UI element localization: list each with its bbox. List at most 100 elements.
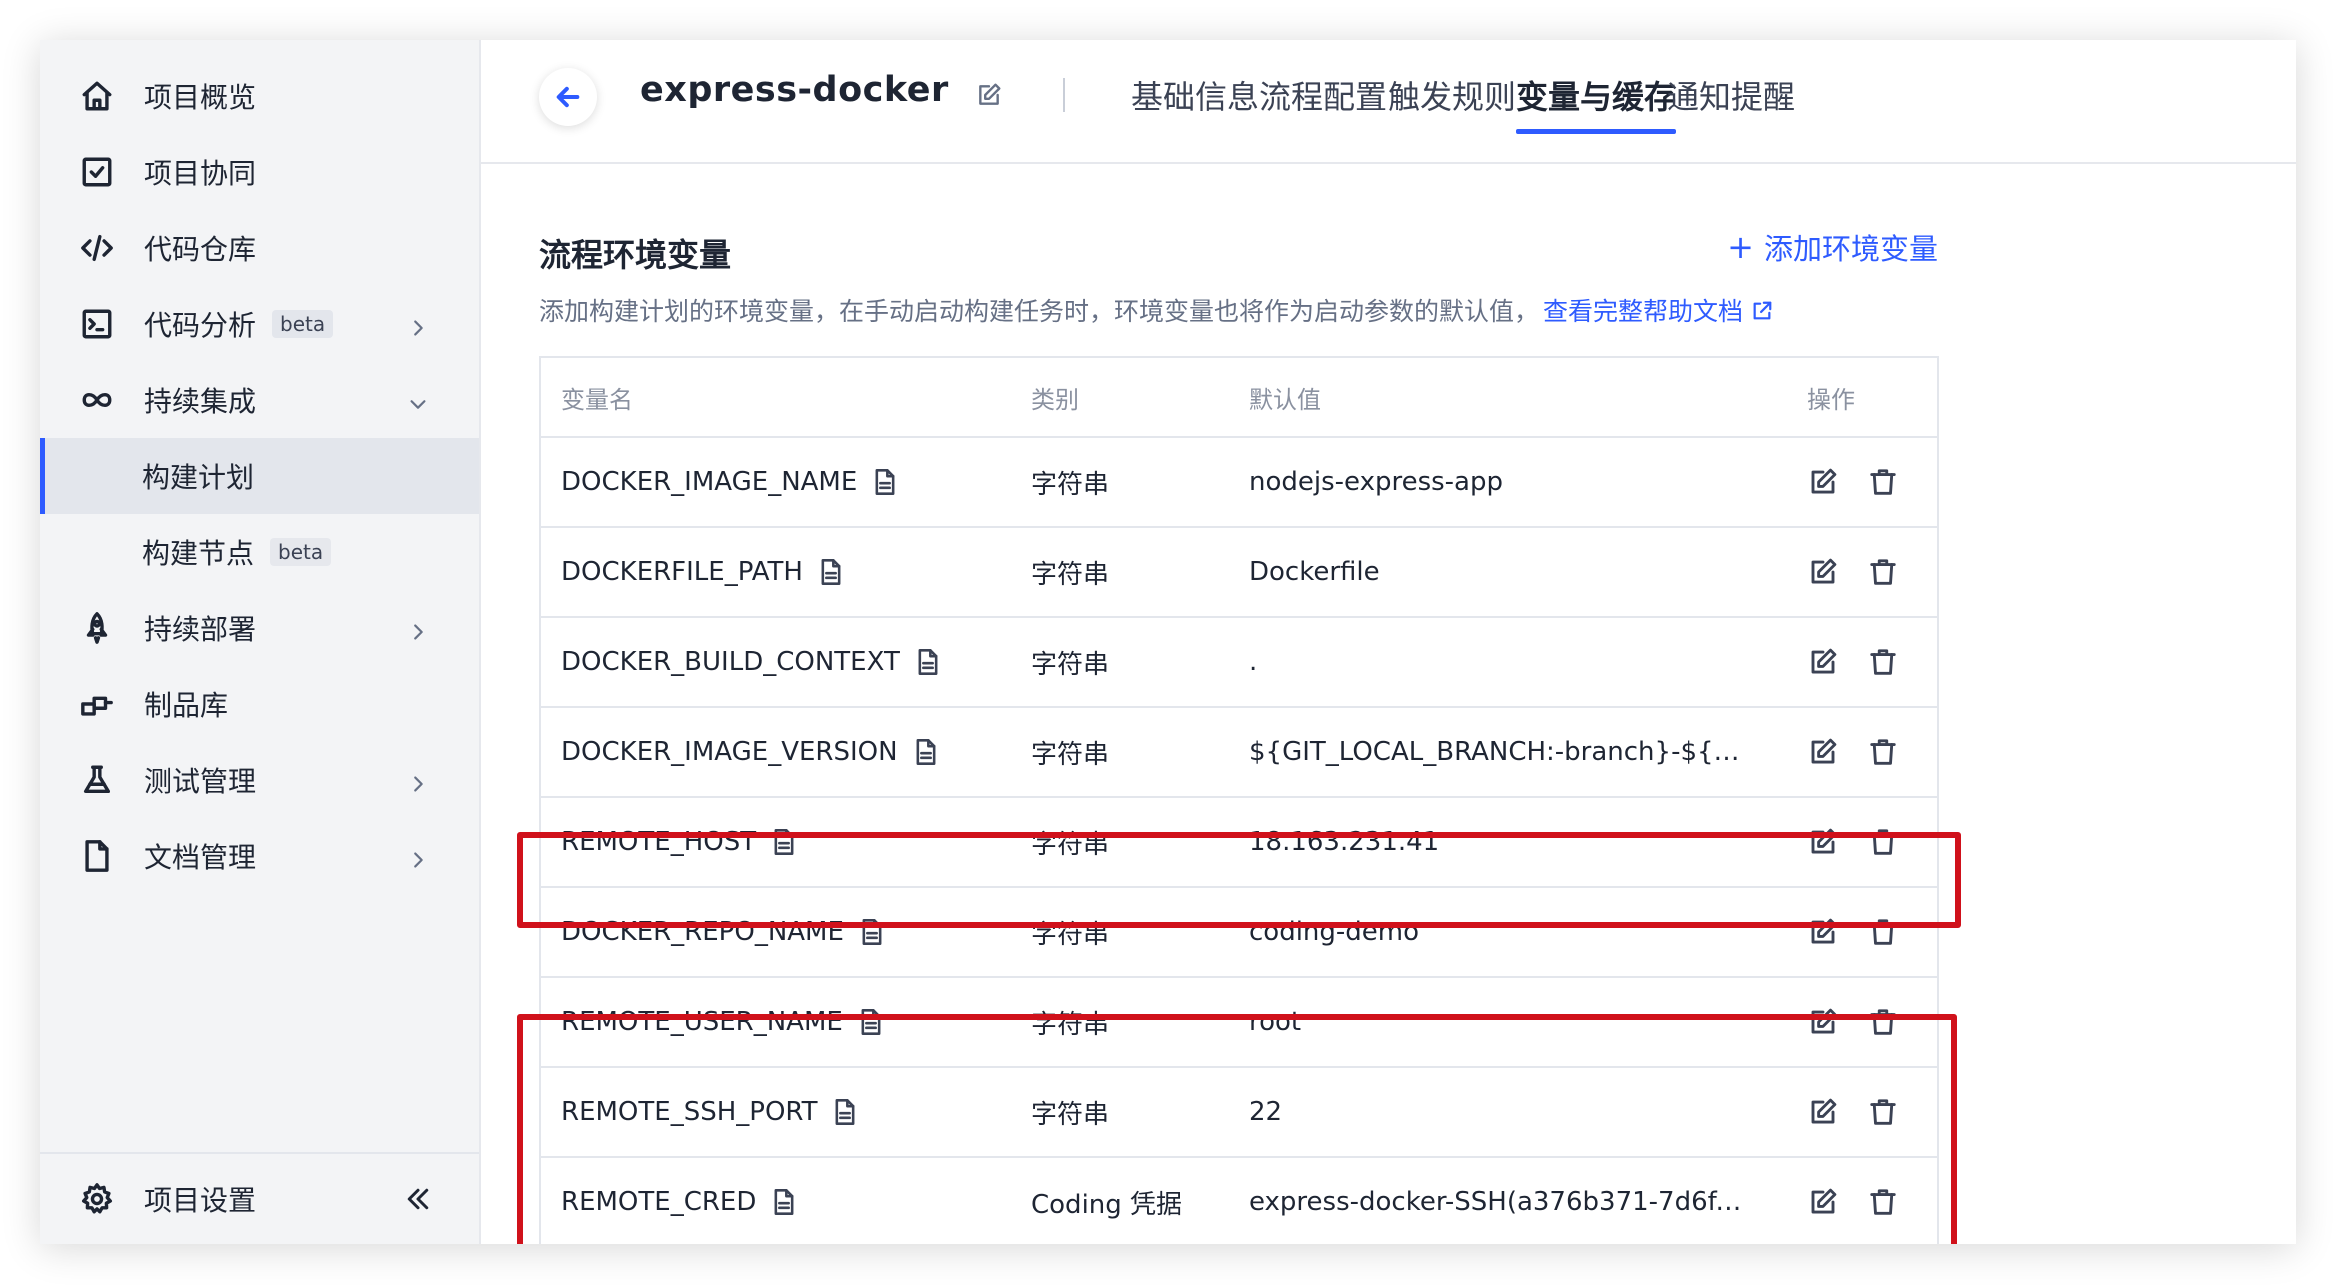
column-header-default: 默认值 — [1249, 385, 1321, 414]
table-body: DOCKER_IMAGE_NAME 字符串 nodejs-express-app DO… — [541, 438, 1937, 1244]
column-header-type: 类别 — [1031, 385, 1079, 414]
sidebar-item-testing[interactable]: 测试管理 — [40, 742, 479, 818]
variable-type: 字符串 — [1031, 469, 1110, 500]
tab-basic-info[interactable]: 基础信息 — [1131, 72, 1259, 130]
variable-name: REMOTE_CRED — [561, 1187, 796, 1217]
add-button-label: 添加环境变量 — [1763, 232, 1938, 266]
table-row: DOCKER_REPO_NAME 字符串 coding-demo — [541, 888, 1937, 978]
edit-icon[interactable] — [1807, 466, 1839, 498]
delete-icon[interactable] — [1867, 736, 1899, 768]
terminal-icon — [78, 305, 116, 343]
table-row: DOCKERFILE_PATH 字符串 Dockerfile — [541, 528, 1937, 618]
edit-icon[interactable] — [1807, 556, 1839, 588]
sidebar-item-label: 项目概览 — [144, 81, 257, 114]
column-header-name: 变量名 — [561, 385, 633, 414]
edit-icon[interactable] — [1807, 736, 1839, 768]
delete-icon[interactable] — [1867, 556, 1899, 588]
sidebar-item-label: 构建节点 — [142, 537, 255, 570]
table-row: DOCKER_IMAGE_NAME 字符串 nodejs-express-app — [541, 438, 1937, 528]
sidebar-item-code-analysis[interactable]: 代码分析 beta — [40, 286, 479, 362]
delete-icon[interactable] — [1867, 646, 1899, 678]
doc-icon[interactable] — [859, 1008, 883, 1036]
variable-name-text: DOCKERFILE_PATH — [561, 557, 803, 587]
doc-icon[interactable] — [916, 648, 940, 676]
variable-name-text: REMOTE_CRED — [561, 1187, 757, 1217]
sidebar-item-repository[interactable]: 代码仓库 — [40, 210, 479, 286]
delete-icon[interactable] — [1867, 1006, 1899, 1038]
sidebar-item-ci[interactable]: 持续集成 — [40, 362, 479, 438]
sidebar-item-docs[interactable]: 文档管理 — [40, 818, 479, 894]
edit-icon[interactable] — [1807, 646, 1839, 678]
edit-icon[interactable] — [1807, 1096, 1839, 1128]
doc-icon[interactable] — [772, 828, 796, 856]
variable-default-value: express-docker-SSH(a376b371-7d6f-... — [1249, 1187, 1749, 1217]
variable-name: DOCKER_BUILD_CONTEXT — [561, 647, 940, 677]
beta-badge: beta — [270, 538, 332, 566]
variable-name: REMOTE_HOST — [561, 827, 796, 857]
delete-icon[interactable] — [1867, 1186, 1899, 1218]
row-actions — [1807, 1006, 1899, 1038]
variable-name: DOCKER_REPO_NAME — [561, 917, 884, 947]
sidebar-footer-label: 项目设置 — [144, 1184, 257, 1217]
row-actions — [1807, 826, 1899, 858]
help-doc-link[interactable]: 查看完整帮助文档 — [1543, 297, 1773, 326]
sidebar-item-artifacts[interactable]: 制品库 — [40, 666, 479, 742]
sidebar-item-overview[interactable]: 项目概览 — [40, 58, 479, 134]
add-env-variable-button[interactable]: + 添加环境变量 — [1727, 226, 1938, 268]
delete-icon[interactable] — [1867, 916, 1899, 948]
double-chevron-left-icon[interactable] — [403, 1184, 433, 1214]
delete-icon[interactable] — [1867, 466, 1899, 498]
tab-variables-cache[interactable]: 变量与缓存 — [1516, 72, 1677, 134]
variable-default-value: coding-demo — [1249, 917, 1420, 947]
doc-icon[interactable] — [819, 558, 843, 586]
doc-icon[interactable] — [772, 1188, 796, 1216]
row-actions — [1807, 466, 1899, 498]
delete-icon[interactable] — [1867, 826, 1899, 858]
table-row: REMOTE_SSH_PORT 字符串 22 — [541, 1068, 1937, 1158]
sidebar-item-label: 持续集成 — [144, 385, 257, 418]
variable-default-value: Dockerfile — [1249, 557, 1380, 587]
variable-type: 字符串 — [1031, 1009, 1110, 1040]
edit-icon[interactable] — [1807, 916, 1839, 948]
edit-icon[interactable] — [1807, 1006, 1839, 1038]
back-button[interactable] — [539, 68, 597, 126]
variable-type: 字符串 — [1031, 919, 1110, 950]
table-row: REMOTE_HOST 字符串 18.163.231.41 — [541, 798, 1937, 888]
chevron-right-icon — [407, 617, 429, 640]
variable-type: 字符串 — [1031, 1099, 1110, 1130]
app-window: 项目概览 项目协同 代码仓库 代码分析 beta 持续集成 构建计划 构建节点 … — [40, 40, 2296, 1244]
chevron-right-icon — [407, 313, 429, 336]
header-bar: express-docker 基础信息 流程配置 触发规则 变量与缓存 通知提醒 — [481, 40, 2296, 164]
sidebar-item-project-settings[interactable]: 项目设置 — [40, 1152, 479, 1244]
tab-notifications[interactable]: 通知提醒 — [1667, 72, 1795, 130]
sidebar-item-build-plans[interactable]: 构建计划 — [40, 438, 479, 514]
doc-icon[interactable] — [860, 918, 884, 946]
row-actions — [1807, 916, 1899, 948]
doc-icon[interactable] — [914, 738, 938, 766]
tab-flow-config[interactable]: 流程配置 — [1259, 72, 1387, 130]
checkbox-icon — [78, 153, 116, 191]
sidebar-item-collaboration[interactable]: 项目协同 — [40, 134, 479, 210]
sidebar-item-label: 文档管理 — [144, 841, 257, 874]
sidebar: 项目概览 项目协同 代码仓库 代码分析 beta 持续集成 构建计划 构建节点 … — [40, 40, 481, 1244]
table-row: DOCKER_BUILD_CONTEXT 字符串. — [541, 618, 1937, 708]
variable-name-text: REMOTE_HOST — [561, 827, 757, 857]
doc-icon[interactable] — [833, 1098, 857, 1126]
delete-icon[interactable] — [1867, 1096, 1899, 1128]
variable-name-text: DOCKER_IMAGE_NAME — [561, 467, 858, 497]
main-content: express-docker 基础信息 流程配置 触发规则 变量与缓存 通知提醒… — [481, 40, 2296, 1244]
edit-icon[interactable] — [1807, 826, 1839, 858]
variable-default-value: . — [1249, 647, 1258, 677]
edit-title-icon[interactable] — [976, 82, 1002, 108]
sidebar-item-label: 构建计划 — [142, 461, 255, 494]
section-description: 添加构建计划的环境变量，在手动启动构建任务时，环境变量也将作为启动参数的默认值，… — [539, 292, 1773, 328]
sidebar-item-cd[interactable]: 持续部署 — [40, 590, 479, 666]
variable-name-text: DOCKER_IMAGE_VERSION — [561, 737, 898, 767]
tab-trigger-rules[interactable]: 触发规则 — [1388, 72, 1516, 130]
help-link-label: 查看完整帮助文档 — [1543, 297, 1744, 326]
variable-default-value: 22 — [1249, 1097, 1283, 1127]
edit-icon[interactable] — [1807, 1186, 1839, 1218]
doc-icon[interactable] — [873, 468, 897, 496]
variable-name: DOCKER_IMAGE_VERSION — [561, 737, 938, 767]
sidebar-item-build-nodes[interactable]: 构建节点 beta — [40, 514, 479, 590]
